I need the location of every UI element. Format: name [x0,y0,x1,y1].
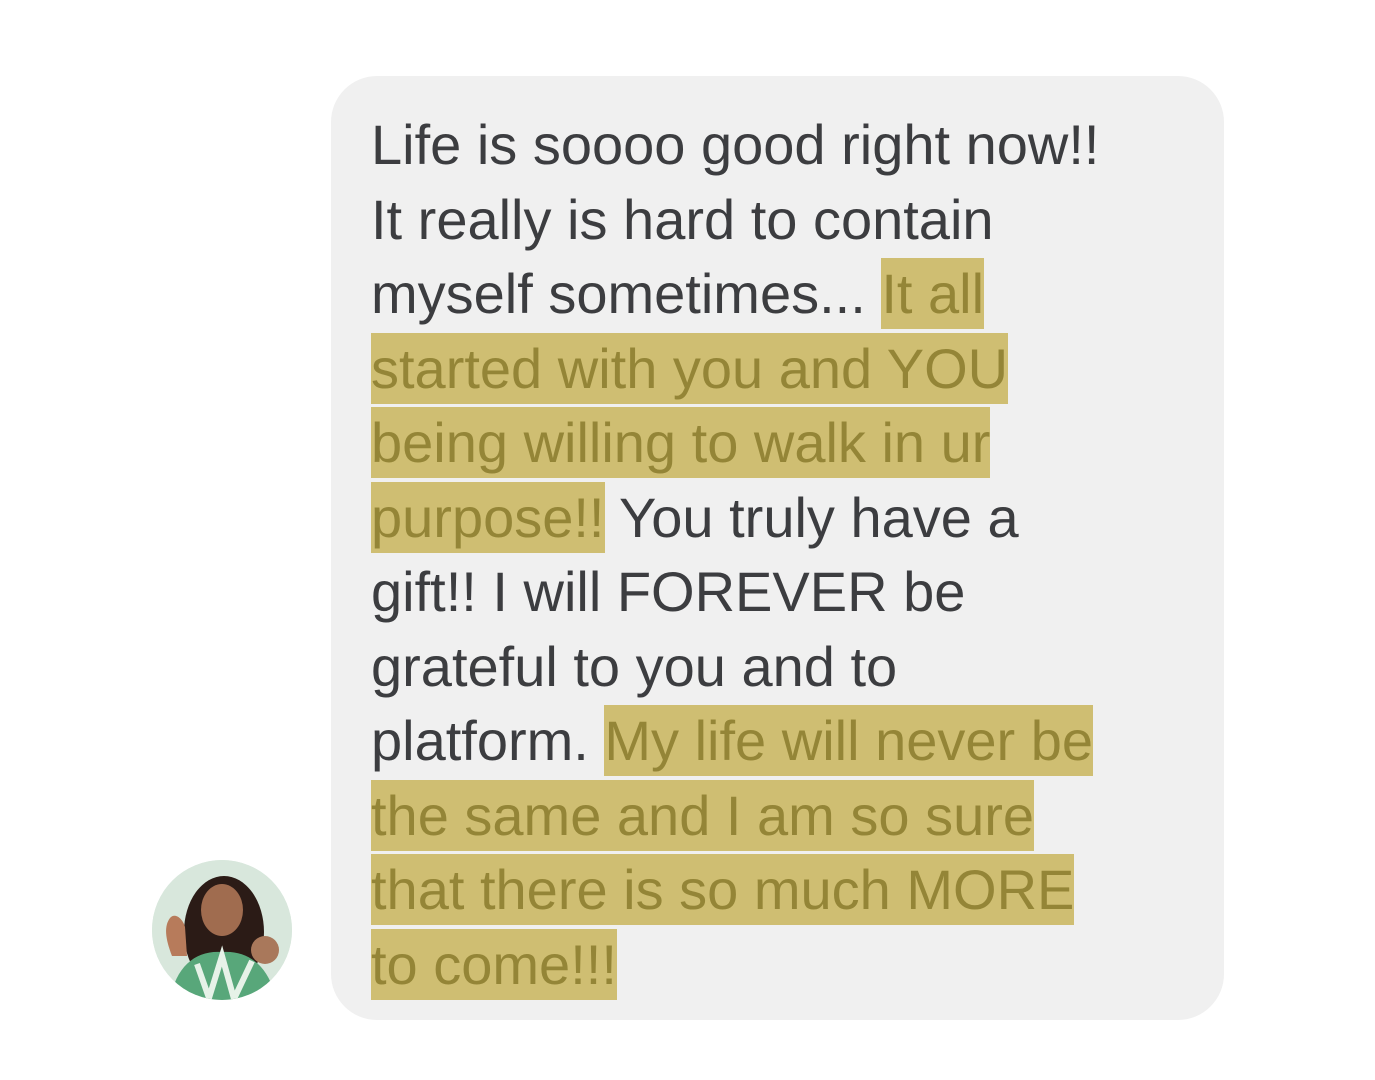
message-text: Life is soooo good right now!! It really… [371,108,1191,1002]
profile-photo-icon [152,860,292,1000]
message-bubble[interactable]: Life is soooo good right now!! It really… [331,76,1224,1020]
sender-avatar[interactable] [152,860,292,1000]
message-segment-1: Life is soooo good right now!! It really… [371,113,1100,325]
